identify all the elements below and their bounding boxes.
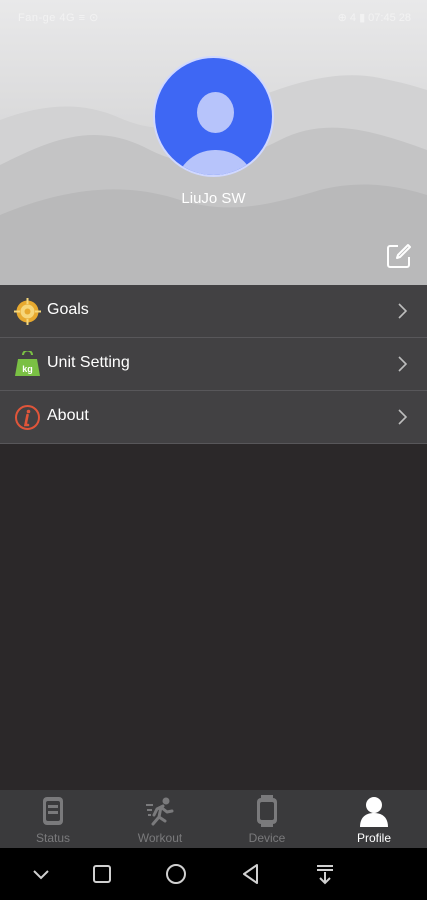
menu-item-label: About (47, 407, 89, 424)
bottom-tab-bar: Status Workout Device Profile (0, 790, 427, 848)
system-nav-bar (0, 848, 427, 900)
chevron-right-icon (398, 409, 407, 425)
back-triangle-icon[interactable] (239, 862, 263, 886)
chevron-right-icon (398, 356, 407, 372)
chevron-down-icon[interactable] (29, 862, 53, 886)
device-icon (257, 795, 277, 827)
notification-pulldown-icon[interactable] (313, 862, 337, 886)
tab-workout[interactable]: Workout (107, 790, 213, 848)
tab-device[interactable]: Device (214, 790, 320, 848)
tab-label: Workout (137, 831, 183, 845)
status-icons-time: ⊕ 4 ▮ 07:45 28 (337, 12, 411, 24)
person-icon (360, 797, 388, 827)
avatar-body (175, 150, 256, 175)
carrier-text: Fan-ge 4G ≡ ⊙ (18, 12, 99, 24)
goals-icon (14, 298, 41, 325)
profile-header: Fan-ge 4G ≡ ⊙ ⊕ 4 ▮ 07:45 28 LiuJo SW (0, 0, 427, 285)
kg-icon: kg (15, 351, 40, 376)
chevron-right-icon (398, 303, 407, 319)
tab-profile[interactable]: Profile (321, 790, 427, 848)
runner-icon (146, 797, 174, 826)
menu-item-unit-setting[interactable]: kg Unit Setting (0, 338, 427, 391)
status-bar: Fan-ge 4G ≡ ⊙ ⊕ 4 ▮ 07:45 28 (0, 0, 427, 36)
menu-item-label: Unit Setting (47, 354, 130, 371)
tab-status[interactable]: Status (0, 790, 106, 848)
tab-label: Profile (356, 831, 391, 845)
menu-item-goals[interactable]: Goals (0, 285, 427, 338)
tab-label: Device (248, 831, 286, 845)
menu-item-label: Goals (47, 301, 89, 318)
menu-item-about[interactable]: About (0, 391, 427, 444)
watch-icon (43, 797, 63, 825)
home-circle-icon[interactable] (164, 862, 188, 886)
info-icon (15, 405, 40, 430)
tab-label: Status (35, 831, 71, 845)
svg-text:kg: kg (22, 364, 33, 374)
username: LiuJo SW (181, 190, 246, 207)
empty-content-area (0, 445, 427, 790)
settings-menu: Goals kg Unit Setting About (0, 285, 427, 444)
avatar[interactable] (153, 56, 274, 177)
edit-icon[interactable] (386, 243, 412, 269)
avatar-head (197, 92, 234, 133)
recents-square-icon[interactable] (90, 862, 114, 886)
